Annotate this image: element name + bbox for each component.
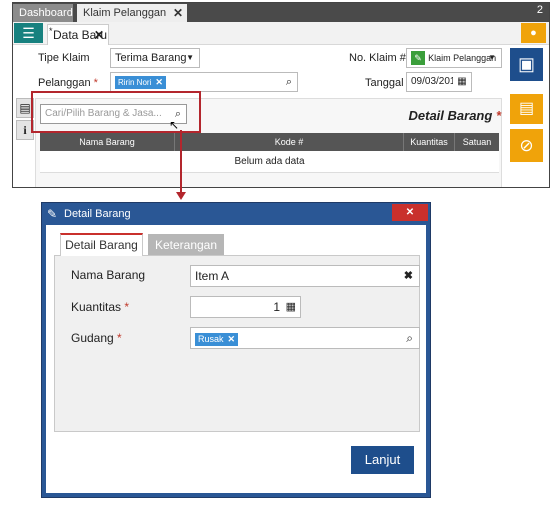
nama-barang-field[interactable]: Item A ✖ — [190, 265, 420, 287]
tab-detail-barang[interactable]: Detail Barang — [60, 233, 143, 256]
connector-line — [180, 130, 182, 194]
pelanggan-label: Pelanggan * — [38, 77, 98, 89]
search-icon[interactable]: ⌕ — [406, 328, 413, 348]
arrow-down-icon — [176, 192, 186, 200]
save-icon: ▣ — [517, 54, 535, 74]
dialog-body: Detail Barang Keterangan Nama Barang Ite… — [46, 225, 426, 493]
kuantitas-label: Kuantitas * — [71, 300, 129, 314]
gudang-label: Gudang * — [71, 331, 122, 345]
tab-data-baru[interactable]: * Data Baru ✕ — [47, 24, 109, 45]
tab-dashboard[interactable]: Dashboard — [13, 4, 73, 22]
chevron-down-icon: ▼ — [488, 53, 496, 62]
document-toolbar: ☰ * Data Baru ✕ ● — [13, 22, 549, 45]
search-icon[interactable]: ⌕ — [286, 73, 292, 91]
gudang-chip-label: Rusak — [198, 334, 224, 344]
print-icon: ▤ — [518, 100, 535, 117]
required-mark: * — [124, 300, 130, 314]
dialog-titlebar: ✎ Detail Barang ✕ — [42, 203, 430, 225]
kuantitas-label-text: Kuantitas — [71, 300, 122, 314]
column-header[interactable]: Nama Barang — [40, 133, 175, 151]
items-grid-empty: Belum ada data — [40, 151, 499, 173]
menu-list-button[interactable]: ☰ — [14, 23, 43, 43]
required-mark: * — [495, 108, 501, 123]
app-tabbar: Dashboard Klaim Pelanggan ✕ 2 — [13, 3, 549, 22]
no-klaim-value: Klaim Pelanggan — [428, 53, 497, 63]
nama-barang-label: Nama Barang — [71, 268, 146, 282]
list-icon: ☰ — [22, 25, 35, 41]
pelanggan-chip: Ririn Nori ✕ — [115, 76, 166, 89]
tanggal-label-text: Tanggal — [365, 77, 404, 89]
gudang-field[interactable]: Rusak ✕ ⌕ — [190, 327, 420, 349]
pelanggan-label-text: Pelanggan — [38, 77, 91, 89]
document-icon: ▤ — [19, 101, 31, 115]
close-icon: ✕ — [405, 207, 415, 218]
tipe-klaim-value: Terima Barang — [115, 52, 187, 64]
paperclip-icon: ⊘ — [519, 136, 534, 155]
required-mark: * — [93, 77, 98, 89]
dialog-tab-content: Nama Barang Item A ✖ Kuantitas * 1 ▦ Gud… — [54, 255, 420, 432]
highlight-box — [31, 91, 201, 133]
kuantitas-field[interactable]: 1 ▦ — [190, 296, 301, 318]
calculator-icon[interactable]: ▦ — [286, 297, 296, 317]
column-header[interactable]: Kode # — [175, 133, 404, 151]
nama-barang-value: Item A — [195, 269, 230, 283]
dialog-title: Detail Barang — [64, 208, 131, 220]
gudang-label-text: Gudang — [71, 331, 114, 345]
column-header[interactable]: Satuan — [455, 133, 499, 151]
gudang-chip: Rusak ✕ — [195, 333, 239, 346]
attachment-button[interactable]: ⊘ — [510, 129, 543, 162]
tab-klaim-label: Klaim Pelanggan — [83, 7, 167, 19]
detail-barang-title-text: Detail Barang — [408, 108, 493, 123]
app-window: Dashboard Klaim Pelanggan ✕ 2 ☰ * Data B… — [12, 2, 550, 188]
tab-keterangan[interactable]: Keterangan — [148, 234, 224, 256]
save-button[interactable]: ▣ — [510, 48, 543, 81]
pelanggan-chip-label: Ririn Nori — [118, 78, 152, 87]
dialog-close-button[interactable]: ✕ — [392, 204, 428, 221]
pencil-icon: ✎ — [47, 207, 58, 221]
tab-klaim-pelanggan[interactable]: Klaim Pelanggan ✕ — [77, 4, 187, 22]
no-klaim-select[interactable]: ✎ Klaim Pelanggan ▼ — [406, 48, 502, 68]
tab-count: 2 — [536, 4, 543, 16]
tipe-klaim-label: Tipe Klaim — [38, 52, 90, 64]
print-button[interactable]: ▤ — [510, 94, 543, 124]
required-mark: * — [117, 331, 122, 345]
column-header[interactable]: Kuantitas — [404, 133, 455, 151]
calendar-icon[interactable]: ▦ — [453, 73, 471, 91]
close-icon[interactable]: ✕ — [94, 25, 104, 45]
info-icon: i — [23, 123, 27, 137]
tipe-klaim-select[interactable]: Terima Barang ▼ — [110, 48, 200, 68]
detail-barang-dialog: ✎ Detail Barang ✕ Detail Barang Keterang… — [41, 202, 431, 498]
items-grid-header: Nama Barang Kode # Kuantitas Satuan — [40, 133, 499, 151]
no-klaim-label: No. Klaim # * — [349, 52, 413, 64]
clear-icon[interactable]: ✖ — [404, 266, 413, 286]
tanggal-label: Tanggal * — [365, 77, 411, 89]
detail-barang-title: Detail Barang * — [409, 108, 502, 123]
tab-dashboard-label: Dashboard — [19, 7, 73, 19]
kuantitas-value: 1 — [273, 300, 280, 314]
unsaved-marker: * — [49, 26, 53, 36]
remove-chip-icon[interactable]: ✕ — [155, 77, 163, 87]
pelanggan-field[interactable]: Ririn Nori ✕ ⌕ — [110, 72, 298, 92]
remove-chip-icon[interactable]: ✕ — [228, 334, 236, 344]
close-icon[interactable]: ✕ — [173, 4, 183, 22]
lanjut-button[interactable]: Lanjut — [351, 446, 414, 474]
tips-button[interactable]: ● — [521, 23, 546, 43]
lightbulb-icon: ● — [530, 27, 537, 39]
chevron-down-icon: ▼ — [186, 53, 194, 62]
no-klaim-label-text: No. Klaim # — [349, 52, 406, 64]
pencil-icon: ✎ — [411, 51, 425, 65]
